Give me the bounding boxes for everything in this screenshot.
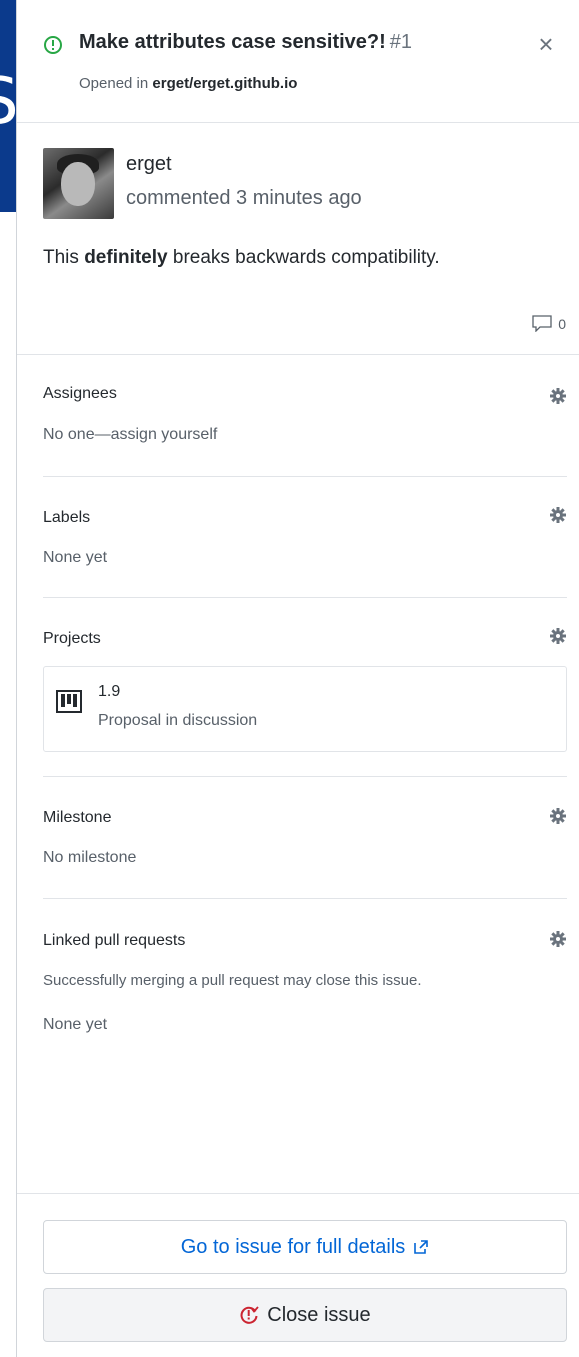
avatar-face bbox=[61, 162, 95, 206]
assignees-title: Assignees bbox=[43, 385, 117, 402]
assignees-section: Assignees No one—assign yourself bbox=[43, 355, 567, 477]
issue-detail-panel: Make attributes case sensitive?! #1 × Ope… bbox=[16, 0, 579, 1357]
reply-count-value: 0 bbox=[558, 315, 566, 332]
labels-gear-icon[interactable] bbox=[549, 506, 567, 524]
issue-opened-in: Opened in erget/erget.github.io bbox=[79, 75, 297, 92]
linked-prs-value: None yet bbox=[43, 1016, 108, 1033]
project-column: Proposal in discussion bbox=[98, 712, 258, 729]
labels-section: Labels None yet bbox=[43, 477, 567, 598]
linked-prs-section: Linked pull requests Successfully mergin… bbox=[43, 899, 567, 1193]
comment-author[interactable]: erget bbox=[126, 153, 172, 176]
linked-prs-gear-icon[interactable] bbox=[549, 930, 567, 948]
close-issue-button[interactable]: Close issue bbox=[43, 1288, 567, 1342]
issue-title[interactable]: Make attributes case sensitive?! #1 bbox=[79, 31, 412, 54]
labels-value: None yet bbox=[43, 549, 108, 566]
issue-number: #1 bbox=[389, 31, 413, 53]
issue-opened-icon bbox=[44, 36, 62, 54]
labels-title: Labels bbox=[43, 509, 91, 526]
comment-body-end: breaks backwards compatibility. bbox=[167, 247, 440, 268]
issue-closed-icon bbox=[240, 1306, 259, 1324]
external-link-icon bbox=[414, 1240, 429, 1254]
project-card[interactable]: 1.9 Proposal in discussion bbox=[43, 666, 567, 752]
background-window-edge: S bbox=[0, 0, 16, 212]
opened-prefix: Opened in bbox=[79, 75, 149, 92]
go-to-issue-label: Go to issue for full details bbox=[180, 1235, 406, 1258]
comment-body: This definitely breaks backwards compati… bbox=[43, 247, 440, 269]
assignees-gear-icon[interactable] bbox=[549, 387, 567, 405]
comment-reply-count[interactable]: 0 bbox=[532, 315, 566, 332]
comment-body-start: This bbox=[43, 247, 85, 268]
assignees-value[interactable]: No one—assign yourself bbox=[43, 426, 217, 444]
close-panel-icon[interactable]: × bbox=[534, 31, 558, 57]
projects-title: Projects bbox=[43, 630, 101, 647]
issue-header: Make attributes case sensitive?! #1 × Ope… bbox=[17, 0, 579, 123]
author-avatar[interactable] bbox=[43, 148, 114, 219]
project-board-icon bbox=[56, 690, 82, 713]
comment-body-emphasis: definitely bbox=[84, 247, 168, 268]
linked-prs-hint: Successfully merging a pull request may … bbox=[43, 972, 422, 989]
issue-comment: erget commented 3 minutes ago This defin… bbox=[17, 123, 579, 355]
comment-icon bbox=[532, 315, 552, 332]
projects-section: Projects 1.9 Proposal in discussion bbox=[43, 598, 567, 777]
close-issue-label: Close issue bbox=[267, 1303, 371, 1326]
repo-link[interactable]: erget/erget.github.io bbox=[152, 75, 297, 92]
panel-footer: Go to issue for full details Close issue bbox=[17, 1193, 579, 1357]
milestone-title: Milestone bbox=[43, 809, 112, 826]
comment-timestamp: commented 3 minutes ago bbox=[126, 187, 362, 209]
project-name[interactable]: 1.9 bbox=[98, 683, 120, 701]
linked-prs-title: Linked pull requests bbox=[43, 932, 186, 949]
go-to-issue-button[interactable]: Go to issue for full details bbox=[43, 1220, 567, 1274]
projects-gear-icon[interactable] bbox=[549, 627, 567, 645]
issue-title-text: Make attributes case sensitive?! bbox=[79, 31, 386, 53]
milestone-value: No milestone bbox=[43, 849, 137, 866]
milestone-section: Milestone No milestone bbox=[43, 777, 567, 899]
background-glyph: S bbox=[0, 70, 16, 134]
milestone-gear-icon[interactable] bbox=[549, 807, 567, 825]
